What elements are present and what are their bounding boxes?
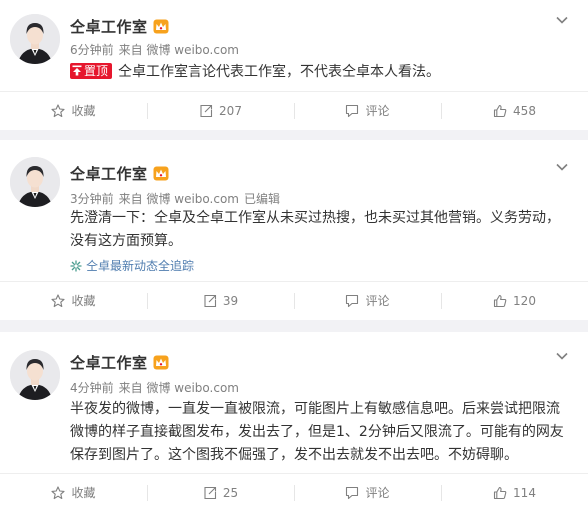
comment-button[interactable]: 评论 [294,282,441,319]
repost-button[interactable]: 39 [147,282,294,319]
thumbs-up-icon [493,104,507,117]
vip-crown-icon[interactable] [153,355,169,370]
post-meta: 4分钟前 来自 微博 weibo.com [70,379,244,396]
post-meta: 6分钟前 来自 微博 weibo.com [70,41,244,58]
action-bar: 收藏 39 评论 120 [0,281,588,319]
post-time[interactable]: 4分钟前 [70,381,114,395]
repost-icon [204,486,216,499]
chevron-down-icon[interactable] [556,163,568,171]
author-row: 仝卓工作室 [70,352,169,373]
avatar-portrait-icon [10,157,60,207]
like-count: 458 [513,103,536,118]
post-card: 仝卓工作室 3分钟前 来自 微博 weibo.com 已编辑 先澄清一下：仝卓及仝卓… [0,140,588,320]
favorite-button[interactable]: 收藏 [0,282,147,319]
vip-crown-icon[interactable] [153,166,169,181]
favorite-button[interactable]: 收藏 [0,92,147,129]
author-row: 仝卓工作室 [70,16,169,37]
author-row: 仝卓工作室 [70,163,169,184]
post-card: 仝卓工作室 6分钟前 来自 微博 weibo.com 置顶 仝卓工作室言论代表工作室… [0,0,588,130]
author-name[interactable]: 仝卓工作室 [70,16,148,37]
avatar[interactable] [10,157,60,207]
favorite-button[interactable]: 收藏 [0,474,147,511]
favorite-label: 收藏 [71,486,96,500]
post-source[interactable]: 来自 微博 weibo.com [119,192,239,206]
post-time[interactable]: 6分钟前 [70,43,114,57]
star-icon [51,485,66,499]
like-button[interactable]: 114 [441,474,588,511]
post-source[interactable]: 来自 微博 weibo.com [119,43,239,57]
favorite-label: 收藏 [71,294,96,308]
author-name[interactable]: 仝卓工作室 [70,352,148,373]
post-text-block: 半夜发的微博，一直发一直被限流，可能图片上有敏感信息吧。后来尝试把限流微博的样子… [70,398,568,467]
avatar[interactable] [10,14,60,64]
star-icon [51,103,66,117]
comment-icon [346,486,359,499]
chevron-down-icon[interactable] [556,16,568,24]
avatar-portrait-icon [10,14,60,64]
weibo-feed: 仝卓工作室 6分钟前 来自 微博 weibo.com 置顶 仝卓工作室言论代表工作室… [0,0,588,518]
favorite-label: 收藏 [71,104,96,118]
pinned-badge: 置顶 [70,63,113,79]
post-text-block: 先澄清一下：仝卓及仝卓工作室从未买过热搜，也未买过其他营销。义务劳动，没有这方面… [70,207,568,253]
post-time[interactable]: 3分钟前 [70,192,114,206]
like-count: 120 [513,293,536,308]
topic-link[interactable]: 仝卓最新动态全追踪 [70,257,194,274]
vip-crown-icon[interactable] [153,19,169,34]
post-text: 半夜发的微博，一直发一直被限流，可能图片上有敏感信息吧。后来尝试把限流微博的样子… [70,401,564,463]
thumbs-up-icon [493,486,507,499]
repost-count: 25 [222,485,239,500]
topic-sparkle-icon [70,260,82,271]
comment-label: 评论 [365,104,390,118]
repost-count: 207 [219,103,242,118]
repost-button[interactable]: 25 [147,474,294,511]
thumbs-up-icon [493,294,507,307]
post-source[interactable]: 来自 微博 weibo.com [119,381,239,395]
comment-button[interactable]: 评论 [294,474,441,511]
chevron-down-icon[interactable] [556,352,568,360]
like-button[interactable]: 458 [441,92,588,129]
action-bar: 收藏 207 评论 458 [0,91,588,129]
post-meta: 3分钟前 来自 微博 weibo.com 已编辑 [70,190,285,207]
repost-button[interactable]: 207 [147,92,294,129]
edited-label[interactable]: 已编辑 [244,192,280,206]
like-count: 114 [513,485,536,500]
like-button[interactable]: 120 [441,282,588,319]
post-card: 仝卓工作室 4分钟前 来自 微博 weibo.com 半夜发的微博，一直发一直被限… [0,332,588,518]
post-text-block: 置顶 仝卓工作室言论代表工作室，不代表仝卓本人看法。 [70,61,568,84]
topic-label: 仝卓最新动态全追踪 [86,259,195,273]
comment-icon [346,104,359,117]
repost-count: 39 [222,293,239,308]
comment-button[interactable]: 评论 [294,92,441,129]
comment-label: 评论 [365,294,390,308]
post-text: 先澄清一下：仝卓及仝卓工作室从未买过热搜，也未买过其他营销。义务劳动，没有这方面… [70,210,560,249]
action-bar: 收藏 25 评论 114 [0,473,588,511]
repost-icon [204,294,216,307]
author-name[interactable]: 仝卓工作室 [70,163,148,184]
post-text: 仝卓工作室言论代表工作室，不代表仝卓本人看法。 [118,64,441,80]
avatar-portrait-icon [10,350,60,400]
comment-label: 评论 [365,486,390,500]
comment-icon [346,294,359,307]
pin-up-icon [72,65,82,76]
avatar[interactable] [10,350,60,400]
repost-icon [200,104,213,117]
pinned-label: 置顶 [84,64,109,78]
star-icon [51,293,66,307]
